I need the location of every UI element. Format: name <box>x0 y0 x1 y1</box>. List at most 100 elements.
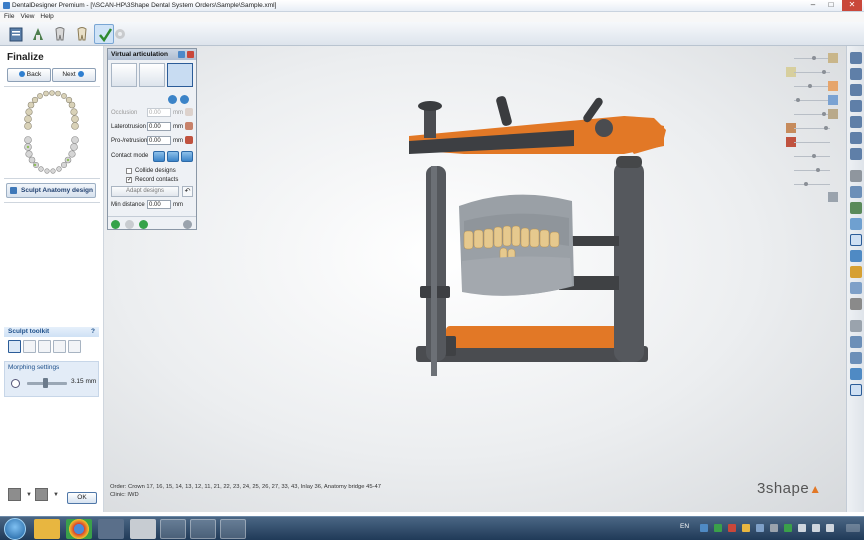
articulator-icon[interactable] <box>850 234 862 246</box>
articulator-model[interactable] <box>104 46 846 512</box>
power-icon[interactable] <box>826 524 834 532</box>
measure-icon[interactable] <box>850 186 862 198</box>
tab-settings[interactable] <box>139 63 165 87</box>
view-right-icon[interactable] <box>850 100 862 112</box>
display-icon[interactable] <box>756 524 764 532</box>
contact-mode-button-3[interactable] <box>181 151 193 162</box>
gear-icon[interactable] <box>183 220 192 229</box>
next-button[interactable]: Next <box>52 68 96 82</box>
slider-thumb[interactable] <box>824 126 828 130</box>
visibility-slider[interactable] <box>786 192 840 202</box>
align-icon[interactable] <box>850 352 862 364</box>
visibility-slider[interactable] <box>786 165 840 175</box>
model-tool-icon[interactable] <box>850 218 862 230</box>
flag-icon[interactable] <box>742 524 750 532</box>
morph-slider-thumb[interactable] <box>43 378 48 388</box>
snapshot-icon[interactable] <box>850 298 862 310</box>
rotate-right-icon[interactable] <box>180 95 189 104</box>
protrusion-input[interactable]: 0.00 <box>147 136 171 145</box>
visibility-slider[interactable] <box>786 81 840 91</box>
contact-mode-button-2[interactable] <box>167 151 179 162</box>
slider-thumb[interactable] <box>822 112 826 116</box>
slider-thumb[interactable] <box>808 84 812 88</box>
min-distance-input[interactable]: 0.00 <box>147 200 171 209</box>
slider-thumb[interactable] <box>804 182 808 186</box>
visibility-slider[interactable] <box>786 67 840 77</box>
refresh-icon[interactable] <box>11 379 20 388</box>
view-back-icon[interactable] <box>850 68 862 80</box>
close-icon[interactable] <box>187 51 194 58</box>
contact-mode-button-1[interactable] <box>153 151 165 162</box>
rotate-left-icon[interactable] <box>168 95 177 104</box>
smooth-tool-icon[interactable] <box>53 340 66 353</box>
nvidia-icon[interactable] <box>784 524 792 532</box>
adapt-designs-button[interactable]: Adapt designs <box>111 186 179 197</box>
signal-icon[interactable] <box>798 524 806 532</box>
view-zoom-icon[interactable] <box>850 148 862 160</box>
clipping-icon[interactable] <box>850 170 862 182</box>
settings-icon[interactable] <box>110 24 130 44</box>
security-icon[interactable] <box>728 524 736 532</box>
start-button[interactable] <box>4 518 26 540</box>
back-button[interactable]: Back <box>7 68 51 82</box>
3d-viewport[interactable] <box>104 46 846 512</box>
slider-thumb[interactable] <box>796 98 800 102</box>
play-icon[interactable] <box>111 220 120 229</box>
record-icon[interactable] <box>139 220 148 229</box>
help-icon[interactable] <box>178 51 185 58</box>
color-swatch-left[interactable] <box>8 488 21 501</box>
chrome-icon[interactable] <box>66 519 92 539</box>
view-bottom-icon[interactable] <box>850 132 862 144</box>
view-front-icon[interactable] <box>850 52 862 64</box>
chevron-down-icon[interactable]: ▼ <box>26 492 32 498</box>
undo-icon[interactable]: ↶ <box>182 186 193 197</box>
laterotrusion-input[interactable]: 0.00 <box>147 122 171 131</box>
visibility-slider[interactable] <box>786 123 840 133</box>
slider-thumb[interactable] <box>822 70 826 74</box>
close-button[interactable]: ✕ <box>842 0 862 11</box>
scan-icon[interactable] <box>28 24 48 44</box>
design-icon[interactable] <box>72 24 92 44</box>
help-tray-icon[interactable] <box>700 524 708 532</box>
print-icon[interactable] <box>850 368 862 380</box>
tooth-chart[interactable] <box>20 90 82 176</box>
maximize-button[interactable]: □ <box>824 0 838 11</box>
hand-icon[interactable] <box>185 136 193 144</box>
hand-icon[interactable] <box>185 122 193 130</box>
collide-designs-checkbox[interactable] <box>126 168 132 174</box>
finalize-check-icon[interactable] <box>850 384 862 396</box>
minimize-button[interactable]: – <box>806 0 820 11</box>
network-icon[interactable] <box>714 524 722 532</box>
distance-map-icon[interactable] <box>850 250 862 262</box>
visibility-slider[interactable] <box>786 137 840 147</box>
explorer-icon[interactable] <box>34 519 60 539</box>
language-indicator[interactable]: EN <box>680 523 689 530</box>
slider-thumb[interactable] <box>812 154 816 158</box>
usb-icon[interactable] <box>770 524 778 532</box>
visibility-slider[interactable] <box>786 95 840 105</box>
add-material-tool-icon[interactable] <box>23 340 36 353</box>
slider-thumb[interactable] <box>816 168 820 172</box>
record-contacts-checkbox[interactable]: ✓ <box>126 177 132 183</box>
paint-icon[interactable] <box>98 519 124 539</box>
app-icon[interactable] <box>130 519 156 539</box>
occlusion-input[interactable]: 0.00 <box>147 108 171 117</box>
ok-button[interactable]: OK <box>67 492 97 504</box>
menu-view[interactable]: View <box>20 13 34 20</box>
visibility-slider[interactable] <box>786 53 840 63</box>
hand-icon[interactable] <box>185 108 193 116</box>
pencil-tool-icon[interactable] <box>8 340 21 353</box>
checklist-icon[interactable] <box>850 282 862 294</box>
volume-icon[interactable] <box>812 524 820 532</box>
camera-icon[interactable] <box>160 519 186 539</box>
help-icon[interactable]: ? <box>91 327 95 337</box>
view-top-icon[interactable] <box>850 116 862 128</box>
color-swatch-right[interactable] <box>35 488 48 501</box>
cross-section-icon[interactable] <box>850 202 862 214</box>
menu-file[interactable]: File <box>4 13 14 20</box>
stop-icon[interactable] <box>125 220 134 229</box>
order-icon[interactable] <box>6 24 26 44</box>
sculpt-anatomy-design-button[interactable]: Sculpt Anatomy design <box>6 183 96 198</box>
visibility-slider[interactable] <box>786 151 840 161</box>
show-desktop-button[interactable] <box>846 524 860 532</box>
